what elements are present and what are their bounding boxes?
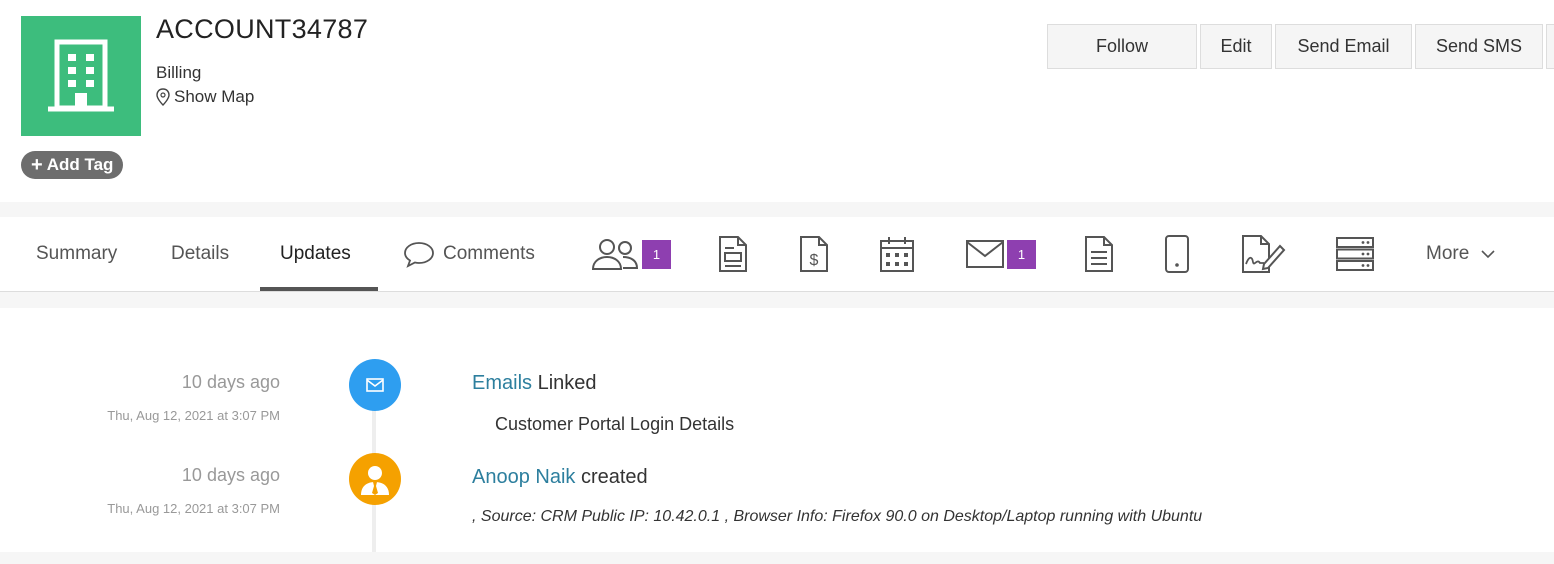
divider-band — [0, 552, 1554, 564]
tab-comments-label: Comments — [443, 243, 535, 264]
tab-assets[interactable] — [1335, 217, 1375, 291]
edit-button[interactable]: Edit — [1200, 24, 1272, 69]
update-heading: Emails Linked — [472, 372, 597, 395]
server-icon — [1336, 237, 1374, 271]
active-tab-indicator — [260, 287, 378, 291]
tab-contacts[interactable]: 1 — [590, 217, 671, 291]
update-relative-time: 10 days ago — [181, 465, 280, 485]
send-email-button[interactable]: Send Email — [1275, 24, 1412, 69]
tab-summary[interactable]: Summary — [36, 217, 117, 291]
record-header: ACCOUNT34787 Billing Show Map + Add Tag … — [0, 0, 1554, 202]
show-map-label: Show Map — [174, 87, 255, 106]
signature-icon — [1242, 235, 1286, 273]
email-icon — [366, 378, 384, 392]
add-tag-label: Add Tag — [46, 155, 114, 174]
tab-emails[interactable]: 1 — [965, 217, 1036, 291]
update-action: created — [580, 466, 648, 488]
divider-band — [0, 292, 1554, 308]
tab-comments[interactable]: Comments — [403, 217, 535, 291]
update-detail: Customer Portal Login Details — [495, 414, 735, 434]
related-tabs: Summary Details Updates Comments 1 $ 1 M… — [0, 217, 1554, 292]
follow-button[interactable]: Follow — [1047, 24, 1197, 69]
update-detail: , Source: CRM Public IP: 10.42.0.1 , Bro… — [472, 508, 1203, 525]
quotes-icon — [719, 236, 747, 272]
tab-sms[interactable] — [1164, 217, 1190, 291]
user-icon — [361, 466, 389, 495]
contacts-icon — [591, 239, 639, 270]
update-action: Linked — [537, 372, 597, 394]
account-avatar — [21, 16, 141, 136]
calendar-icon — [880, 237, 914, 272]
account-name: ACCOUNT34787 — [156, 14, 369, 44]
contacts-count-badge: 1 — [642, 239, 671, 269]
tab-quotes[interactable] — [717, 217, 749, 291]
update-user-link[interactable]: Anoop Naik — [472, 466, 575, 488]
tab-updates[interactable]: Updates — [280, 217, 351, 291]
update-type-marker — [349, 359, 401, 411]
mobile-icon — [1165, 235, 1189, 273]
update-absolute-time: Thu, Aug 12, 2021 at 3:07 PM — [107, 501, 280, 516]
document-icon — [1085, 236, 1113, 272]
building-icon — [48, 39, 114, 112]
divider-band — [0, 202, 1554, 217]
action-buttons: Follow Edit Send Email Send SMS — [1047, 24, 1554, 69]
map-pin-icon — [156, 88, 170, 106]
plus-icon: + — [31, 154, 43, 176]
tab-invoices[interactable]: $ — [798, 217, 830, 291]
email-icon — [966, 240, 1004, 268]
chevron-down-icon — [1481, 250, 1495, 259]
update-user-marker — [349, 453, 401, 505]
update-heading: Anoop Naik created — [472, 466, 648, 489]
emails-count-badge: 1 — [1007, 239, 1036, 269]
tab-documents[interactable] — [1083, 217, 1115, 291]
tab-signatures[interactable] — [1240, 217, 1286, 291]
tab-more[interactable]: More — [1426, 217, 1495, 291]
comment-icon — [404, 242, 434, 268]
send-sms-button[interactable]: Send SMS — [1415, 24, 1543, 69]
update-relative-time: 10 days ago — [181, 372, 280, 392]
tab-more-label: More — [1426, 243, 1470, 264]
invoices-icon: $ — [800, 236, 828, 272]
update-emails-link[interactable]: Emails — [472, 372, 532, 394]
show-map-link[interactable]: Show Map — [155, 87, 254, 107]
updates-timeline: 10 days ago Thu, Aug 12, 2021 at 3:07 PM… — [0, 308, 1554, 558]
tab-calendar[interactable] — [879, 217, 915, 291]
more-actions-button[interactable] — [1546, 24, 1554, 69]
update-absolute-time: Thu, Aug 12, 2021 at 3:07 PM — [107, 408, 280, 423]
account-subtitle: Billing — [156, 63, 202, 82]
add-tag-button[interactable]: + Add Tag — [21, 151, 124, 179]
tab-details[interactable]: Details — [171, 217, 229, 291]
svg-text:$: $ — [810, 252, 819, 269]
